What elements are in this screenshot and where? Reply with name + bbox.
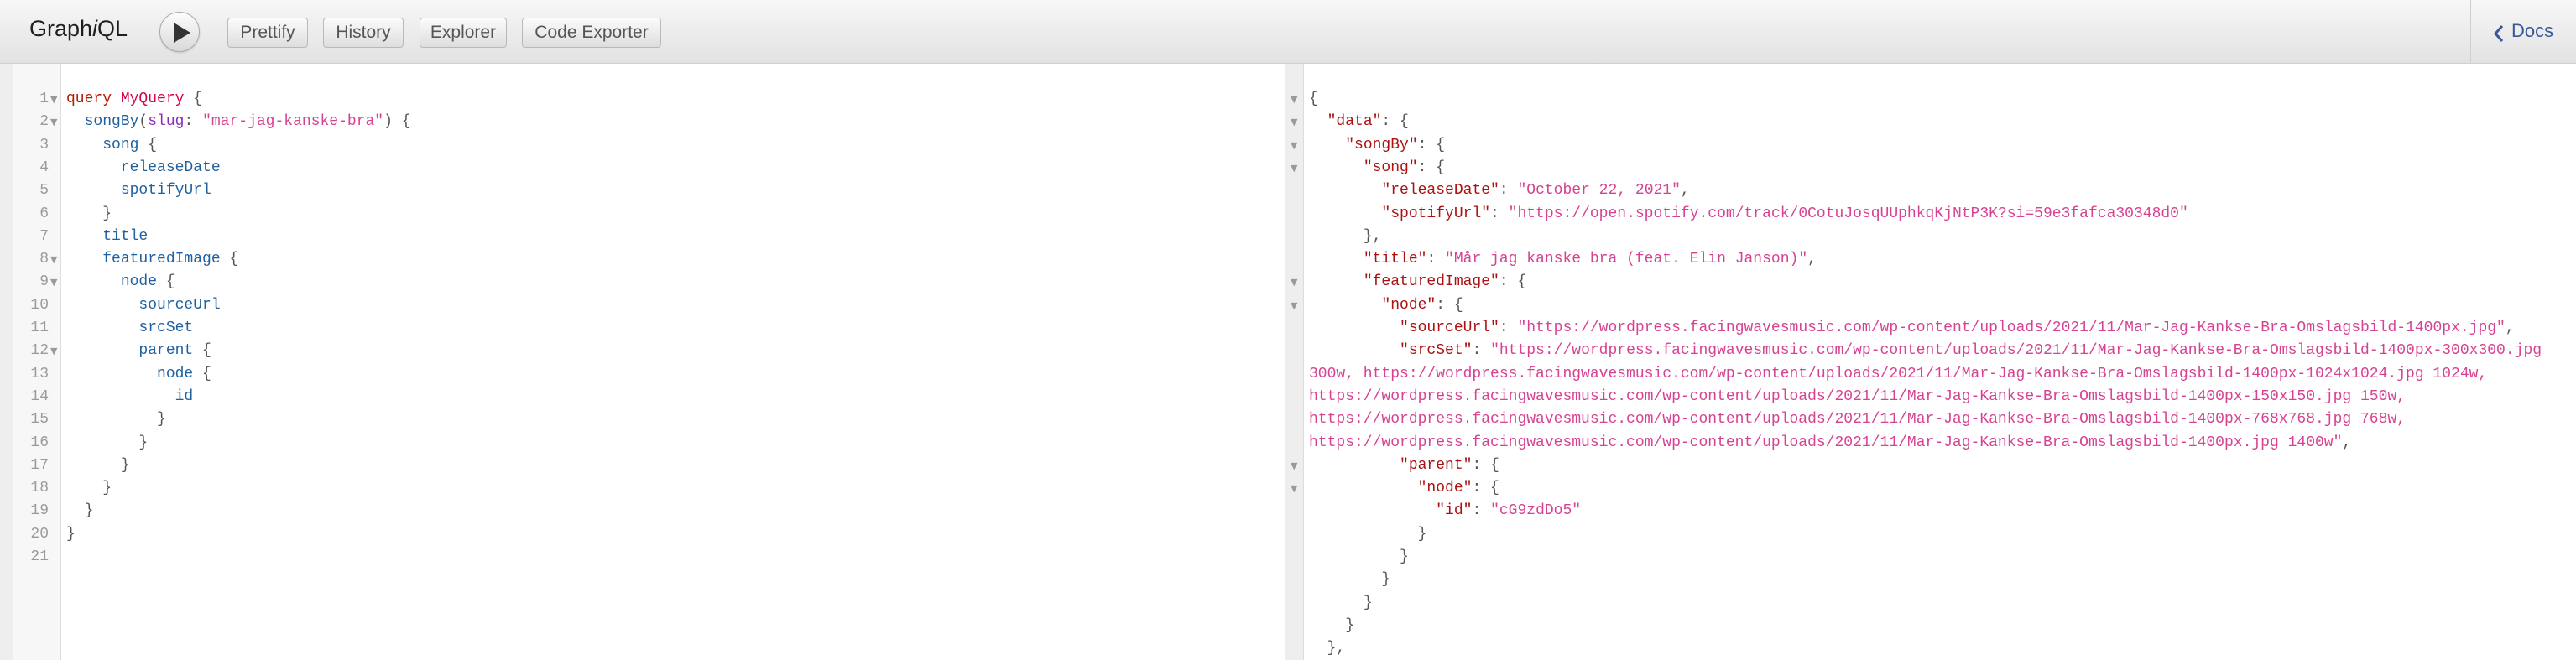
fold-toggle-icon[interactable]: ▼ (1291, 460, 1297, 471)
docs-button[interactable]: Docs (2470, 0, 2576, 64)
code-line: } (84, 502, 94, 519)
line-number: 17 (30, 457, 49, 474)
code-line: } (102, 205, 112, 222)
result-line: "spotifyUrl": "https://open.spotify.com/… (1381, 205, 2188, 222)
result-line: } (1345, 617, 1355, 634)
result-line: "id": "cG9zdDo5" (1436, 502, 1582, 519)
prettify-button[interactable]: Prettify (227, 18, 308, 48)
editor-left-border (0, 64, 13, 660)
code-line: sourceUrl (138, 297, 221, 314)
result-line: 300w, https://wordpress.facingwavesmusic… (1309, 366, 2488, 382)
result-line: }, (1327, 640, 1346, 657)
code-line: song { (102, 137, 158, 153)
fold-toggle-icon[interactable]: ▼ (50, 277, 57, 288)
code-line: parent { (138, 342, 211, 359)
code-line: } (138, 434, 149, 451)
history-button[interactable]: History (323, 18, 404, 48)
fold-toggle-icon[interactable]: ▼ (1291, 277, 1297, 288)
code-line: } (120, 457, 130, 474)
fold-toggle-icon[interactable]: ▼ (50, 254, 57, 265)
line-number: 16 (30, 434, 49, 451)
line-number: 5 (39, 182, 49, 199)
fold-toggle-icon[interactable]: ▼ (50, 94, 57, 105)
code-line: songBy(slug: "mar-jag-kanske-bra") { (84, 113, 411, 130)
fold-toggle-icon[interactable]: ▼ (1291, 300, 1297, 311)
execute-query-button[interactable] (159, 12, 200, 52)
chevron-left-icon (2493, 25, 2504, 42)
line-number: 11 (30, 320, 49, 336)
result-line: "parent": { (1400, 457, 1499, 474)
line-number: 19 (30, 502, 49, 519)
code-line: node { (120, 273, 175, 290)
result-line: "node": { (1381, 297, 1463, 314)
code-line: releaseDate (120, 159, 221, 176)
code-line: node { (157, 366, 211, 382)
result-line: "data": { (1327, 113, 1409, 130)
fold-toggle-icon[interactable]: ▼ (1291, 140, 1297, 151)
line-number: 20 (30, 526, 49, 543)
code-line: } (102, 480, 112, 496)
result-line: } (1400, 548, 1409, 565)
fold-toggle-icon[interactable]: ▼ (50, 117, 57, 127)
line-number: 21 (30, 548, 49, 565)
result-line: "sourceUrl": "https://wordpress.facingwa… (1400, 320, 2515, 336)
result-line: "releaseDate": "October 22, 2021", (1381, 182, 1690, 199)
result-line: } (1417, 526, 1427, 543)
explorer-button[interactable]: Explorer (420, 18, 507, 48)
result-line: https://wordpress.facingwavesmusic.com/w… (1309, 388, 2407, 405)
code-line: srcSet (138, 320, 194, 336)
pane-divider[interactable] (1285, 64, 1304, 660)
play-icon (174, 23, 190, 43)
result-line: "song": { (1363, 159, 1446, 176)
code-line: } (157, 411, 166, 428)
code-line: query MyQuery { (66, 91, 203, 107)
line-number: 12 (30, 342, 49, 359)
code-exporter-button[interactable]: Code Exporter (522, 18, 661, 48)
code-line: id (175, 388, 194, 405)
line-number: 6 (39, 205, 49, 222)
result-line: "songBy": { (1345, 137, 1446, 153)
fold-toggle-icon[interactable]: ▼ (50, 346, 57, 356)
code-line: spotifyUrl (120, 182, 211, 199)
toolbar: GraphiQL Prettify History Explorer Code … (0, 0, 2576, 64)
fold-toggle-icon[interactable]: ▼ (1291, 163, 1297, 174)
docs-label: Docs (2511, 20, 2554, 41)
fold-toggle-icon[interactable]: ▼ (1291, 117, 1297, 127)
fold-toggle-icon[interactable]: ▼ (1291, 483, 1297, 494)
code-line: featuredImage { (102, 251, 239, 268)
fold-toggle-icon[interactable]: ▼ (1291, 94, 1297, 105)
result-line: "node": { (1417, 480, 1499, 496)
line-number: 1 (39, 91, 49, 107)
line-number: 7 (39, 228, 49, 245)
line-number: 9 (39, 273, 49, 290)
result-line: }, (1363, 228, 1382, 245)
code-line: title (102, 228, 149, 245)
graphiql-logo: GraphiQL (29, 16, 128, 41)
result-line: } (1381, 571, 1391, 588)
line-number: 8 (39, 251, 49, 268)
result-line: "title": "Mår jag kanske bra (feat. Elin… (1363, 251, 1817, 268)
result-line: "srcSet": "https://wordpress.facingwaves… (1400, 342, 2542, 359)
code-line: } (66, 526, 76, 543)
result-line: } (1363, 595, 1373, 611)
line-number: 15 (30, 411, 49, 428)
line-number: 18 (30, 480, 49, 496)
result-line: "featuredImage": { (1363, 273, 1527, 290)
line-number: 2 (39, 113, 49, 130)
result-line: https://wordpress.facingwavesmusic.com/w… (1309, 411, 2407, 428)
line-number: 13 (30, 366, 49, 382)
line-number: 10 (30, 297, 49, 314)
line-number: 4 (39, 159, 49, 176)
line-number: 3 (39, 137, 49, 153)
line-number: 14 (30, 388, 49, 405)
result-line: { (1309, 91, 1318, 107)
result-line: https://wordpress.facingwavesmusic.com/w… (1309, 434, 2352, 451)
